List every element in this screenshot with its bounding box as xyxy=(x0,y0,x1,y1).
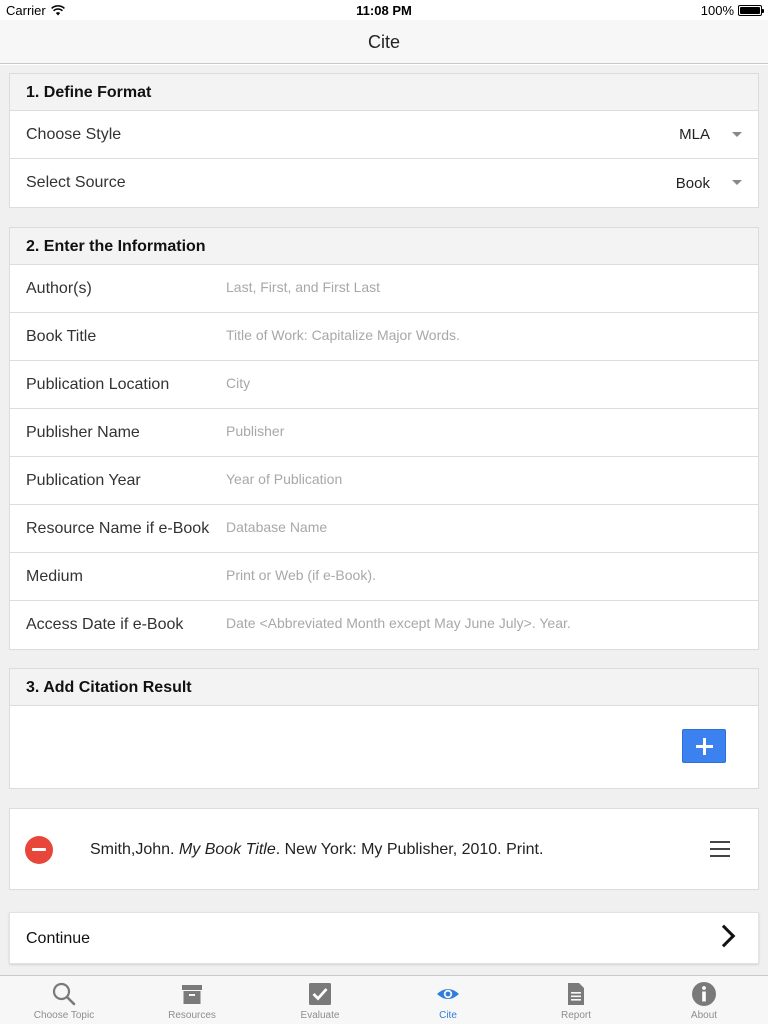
publication-year-input[interactable] xyxy=(226,465,742,493)
tab-label: Choose Topic xyxy=(33,1010,95,1021)
publication-year-label: Publication Year xyxy=(26,471,141,489)
tab-label: About xyxy=(690,1010,718,1021)
remove-citation-icon[interactable] xyxy=(25,836,53,864)
field-row-publisher-name: Publisher Name xyxy=(10,409,758,457)
citation-title: My Book Title xyxy=(178,841,276,858)
access-date-label: Access Date if e-Book xyxy=(26,616,184,633)
add-citation-button[interactable] xyxy=(682,729,726,763)
source-select-value[interactable]: Book xyxy=(676,175,710,192)
tab-label: Report xyxy=(560,1010,591,1021)
page-title: Cite xyxy=(367,32,400,52)
tab-bar: Choose Topic Resources Evaluate Cite Rep… xyxy=(0,975,768,1024)
enter-information-header: 2. Enter the Information xyxy=(10,228,758,265)
define-format-section: 1. Define Format Choose Style MLA Select… xyxy=(9,73,759,208)
checkbox-icon xyxy=(309,983,331,1005)
publication-location-label: Publication Location xyxy=(26,375,170,393)
field-row-authors: Author(s) xyxy=(10,265,758,313)
content-area: 1. Define Format Choose Style MLA Select… xyxy=(0,65,768,975)
authors-label: Author(s) xyxy=(26,279,92,297)
tab-report[interactable]: Report xyxy=(512,976,640,1024)
medium-label: Medium xyxy=(26,567,83,585)
chevron-down-icon[interactable] xyxy=(732,180,742,185)
publication-location-input[interactable] xyxy=(226,369,742,397)
field-row-publication-year: Publication Year xyxy=(10,457,758,505)
citation-author: Smith,John. xyxy=(90,841,179,858)
tab-evaluate[interactable]: Evaluate xyxy=(256,976,384,1024)
authors-input[interactable] xyxy=(226,273,742,301)
field-row-resource-name: Resource Name if e-Book xyxy=(10,505,758,553)
search-icon xyxy=(52,982,76,1006)
archive-box-icon xyxy=(182,985,202,1004)
field-row-book-title: Book Title xyxy=(10,313,758,361)
battery-indicator: 100% xyxy=(700,3,764,18)
continue-button[interactable]: Continue xyxy=(9,912,759,964)
tab-resources[interactable]: Resources xyxy=(128,976,256,1024)
citation-details: . New York: My Publisher, 2010. Print. xyxy=(275,841,544,858)
document-icon xyxy=(568,983,584,1005)
citation-text: Smith,John. My Book Title. New York: My … xyxy=(90,841,543,859)
choose-style-row[interactable]: Choose Style MLA xyxy=(10,111,758,159)
tab-about[interactable]: About xyxy=(640,976,768,1024)
citation-result-row: Smith,John. My Book Title. New York: My … xyxy=(9,808,759,890)
select-source-label: Select Source xyxy=(26,174,126,191)
access-date-input[interactable] xyxy=(226,609,742,637)
battery-icon xyxy=(738,5,764,16)
style-select-value[interactable]: MLA xyxy=(679,126,710,143)
enter-information-section: 2. Enter the Information Author(s) Book … xyxy=(9,227,759,650)
chevron-right-icon xyxy=(712,924,736,948)
continue-label: Continue xyxy=(26,930,91,947)
field-row-publication-location: Publication Location xyxy=(10,361,758,409)
publisher-name-input[interactable] xyxy=(226,417,742,445)
field-row-access-date: Access Date if e-Book xyxy=(10,601,758,649)
reorder-handle-icon[interactable] xyxy=(710,841,730,857)
tab-label: Cite xyxy=(439,1010,457,1021)
add-citation-header: 3. Add Citation Result xyxy=(10,669,758,706)
tab-choose-topic[interactable]: Choose Topic xyxy=(0,976,128,1024)
field-row-medium: Medium xyxy=(10,553,758,601)
navigation-bar: Cite xyxy=(0,20,768,64)
select-source-row[interactable]: Select Source Book xyxy=(10,159,758,207)
add-citation-area xyxy=(10,706,758,788)
add-citation-section: 3. Add Citation Result xyxy=(9,668,759,789)
eye-icon xyxy=(437,989,459,999)
resource-name-label: Resource Name if e-Book xyxy=(26,519,210,537)
status-time: 11:08 PM xyxy=(356,3,412,18)
resource-name-input[interactable] xyxy=(226,513,742,541)
info-icon xyxy=(692,982,716,1006)
status-bar: Carrier 11:08 PM 100% xyxy=(0,0,768,20)
publisher-name-label: Publisher Name xyxy=(26,423,140,441)
chevron-down-icon[interactable] xyxy=(732,132,742,137)
tab-label: Resources xyxy=(168,1010,216,1021)
battery-percent: 100% xyxy=(700,3,734,18)
tab-label: Evaluate xyxy=(300,1010,340,1021)
book-title-label: Book Title xyxy=(26,327,97,345)
choose-style-label: Choose Style xyxy=(26,125,122,143)
define-format-header: 1. Define Format xyxy=(10,74,758,111)
medium-input[interactable] xyxy=(226,561,742,589)
book-title-input[interactable] xyxy=(226,321,742,349)
tab-cite[interactable]: Cite xyxy=(384,976,512,1024)
